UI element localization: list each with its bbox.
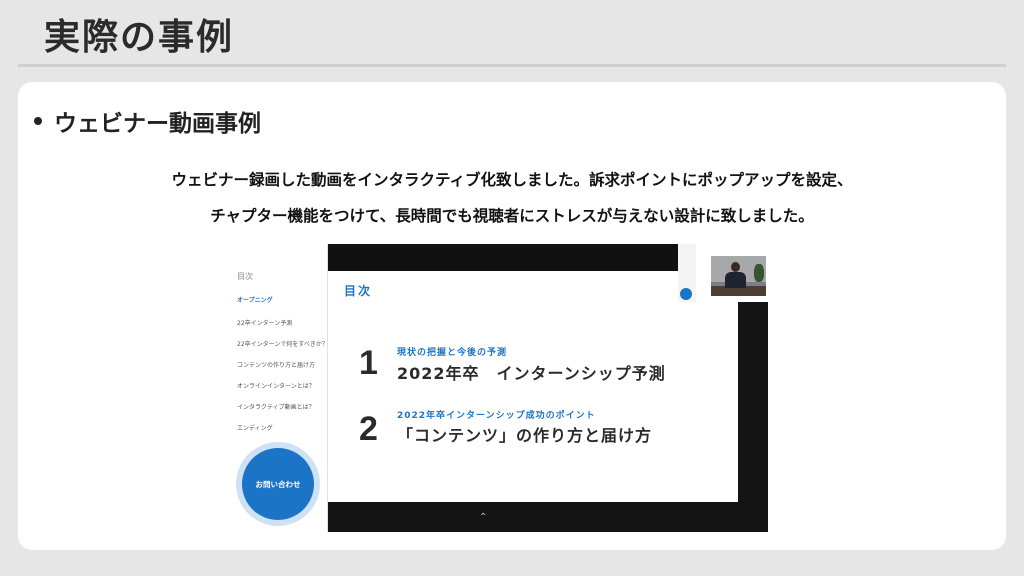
slide-title: 実際の事例 [44,17,235,58]
presenter-body [725,272,746,288]
presenter-head [731,262,740,272]
contact-button[interactable]: お問い合わせ [242,448,314,520]
bullet-dot-icon [34,117,42,125]
player-side-panel [738,302,768,532]
chapter-item[interactable]: 22卒インターンで何をすべきか？ [237,339,328,348]
chapter-item[interactable]: コンテンツの作り方と届け方 [237,360,315,369]
chapter-sidebar: 目次 オープニング 22卒インターン予測 22卒インターンで何をすべきか？ コン… [229,244,328,532]
pip-control-icon[interactable] [680,288,692,300]
plant-icon [754,264,764,282]
chapter-title-2: 「コンテンツ」の作り方と届け方 [397,426,653,445]
bullet-heading: ウェビナー動画事例 [34,104,261,138]
description-line-2: チャプター機能をつけて、長時間でも視聴者にストレスが与えない設計に致しました。 [210,207,814,225]
video-frame[interactable] [328,271,738,502]
chapter-subtitle-2: 2022年卒インターンシップ成功のポイント [397,411,596,421]
chapter-item[interactable]: インタラクティブ動画とは？ [237,402,315,411]
chevron-up-icon[interactable]: ⌃ [479,512,487,523]
chapter-item[interactable]: オンラインインターンとは？ [237,381,315,390]
video-toc-title: 目次 [344,284,373,298]
chapter-sidebar-heading: 目次 [237,272,253,281]
description-line-1: ウェビナー録画した動画をインタラクティブ化致しました。訴求ポイントにポップアップ… [171,171,853,189]
title-divider [18,64,1006,67]
player-control-bar [328,502,738,532]
chapter-item[interactable]: 22卒インターン予測 [237,318,292,327]
chapter-item-opening[interactable]: オープニング [237,295,273,304]
chapter-number-2: 2 [359,410,378,448]
bullet-heading-text: ウェビナー動画事例 [54,111,261,137]
webinar-player-screenshot: 目次 オープニング 22卒インターン予測 22卒インターンで何をすべきか？ コン… [229,244,768,532]
chapter-subtitle-1: 現状の把握と今後の予測 [397,348,508,358]
chapter-title-1: 2022年卒 インターンシップ予測 [397,364,666,383]
presenter-webcam [711,256,766,296]
chapter-item[interactable]: エンディング [237,423,273,432]
chapter-number-1: 1 [359,344,378,382]
